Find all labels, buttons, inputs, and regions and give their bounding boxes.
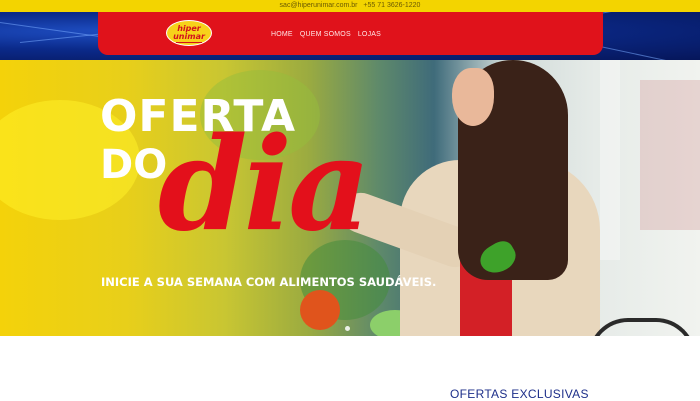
woman-face <box>452 68 494 126</box>
main-menu: HOME QUEM SOMOS LOJAS <box>271 29 381 41</box>
basket-handle <box>588 318 696 336</box>
logo-text-unimar: unimar <box>173 32 205 41</box>
nav-item-home[interactable]: HOME <box>271 29 293 41</box>
section-title-ofertas: OFERTAS EXCLUSIVAS <box>450 387 589 401</box>
store-shelf <box>640 80 700 230</box>
produce-blur <box>300 290 340 330</box>
contact-email[interactable]: sac@hiperunimar.com.br <box>280 2 358 9</box>
carousel-dot[interactable] <box>345 326 350 331</box>
hero-title-dia: dia <box>158 110 371 260</box>
nav-item-lojas[interactable]: LOJAS <box>358 29 381 41</box>
hero-subtitle: INICIE A SUA SEMANA COM ALIMENTOS SAUDÁV… <box>101 275 437 289</box>
contact-phone[interactable]: +55 71 3626-1220 <box>363 2 420 9</box>
contact-bar: sac@hiperunimar.com.br +55 71 3626-1220 <box>0 0 700 12</box>
logo-underline <box>176 42 202 43</box>
store-shelf <box>600 60 620 260</box>
nav-item-quem-somos[interactable]: QUEM SOMOS <box>300 29 351 41</box>
brand-logo[interactable]: hiper unimar <box>166 20 212 46</box>
